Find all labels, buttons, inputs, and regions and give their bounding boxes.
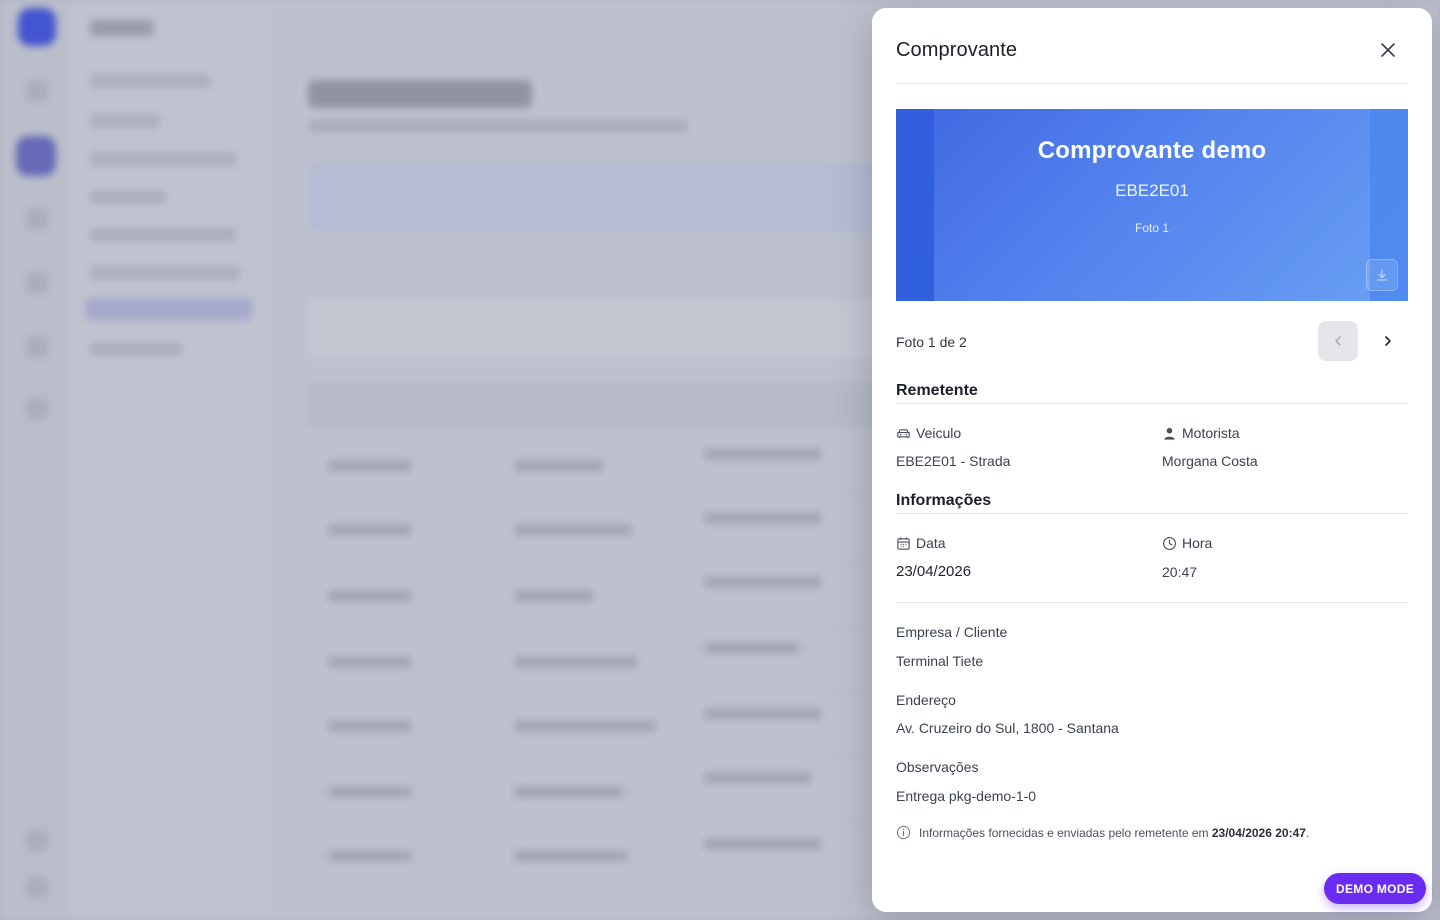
- photo-code: EBE2E01: [1115, 181, 1189, 200]
- close-icon: [1381, 43, 1395, 57]
- calendar-icon: [897, 536, 910, 550]
- time-value: 20:47: [1162, 564, 1198, 580]
- divider: [896, 602, 1408, 603]
- receipt-photo[interactable]: Comprovante demo EBE2E01 Foto 1: [896, 109, 1408, 301]
- clock-icon: [1163, 536, 1176, 550]
- divider: [896, 403, 1408, 404]
- company-label: Empresa / Cliente: [896, 624, 1008, 640]
- next-photo-button[interactable]: [1368, 321, 1408, 361]
- chevron-right-icon: [1385, 336, 1391, 346]
- date-value: 23/04/2026: [896, 563, 972, 580]
- receipt-drawer: Comprovante Comprovante demo EBE2E01 Fot…: [872, 8, 1432, 912]
- address-label: Endereço: [896, 692, 956, 708]
- address-value: Av. Cruzeiro do Sul, 1800 - Santana: [896, 720, 1119, 736]
- company-value: Terminal Tiete: [896, 653, 984, 669]
- previous-photo-button[interactable]: [1318, 321, 1358, 361]
- section-title-info: Informações: [896, 492, 992, 509]
- submission-note: Informações fornecidas e enviadas pelo r…: [896, 825, 1309, 840]
- photo-pager-label: Foto 1 de 2: [896, 334, 967, 350]
- drawer-title: Comprovante: [896, 39, 1018, 61]
- notes-label: Observações: [896, 759, 979, 775]
- car-icon: [897, 428, 910, 438]
- driver-label: Motorista: [1162, 425, 1240, 441]
- divider: [896, 513, 1408, 514]
- close-button[interactable]: [1376, 38, 1400, 62]
- drawer-header: Comprovante: [896, 8, 1408, 84]
- notes-value: Entrega pkg-demo-1-0: [896, 788, 1037, 804]
- chevron-left-icon: [1335, 336, 1341, 346]
- date-label: Data: [896, 535, 946, 551]
- submission-datetime: 23/04/2026 20:47: [1211, 825, 1306, 840]
- vehicle-label: Veiculo: [896, 425, 961, 441]
- info-icon: [896, 825, 911, 840]
- photo-caption: Foto 1: [1134, 221, 1170, 235]
- section-title-sender: Remetente: [896, 382, 978, 399]
- demo-mode-badge[interactable]: DEMO MODE: [1324, 873, 1427, 904]
- time-label: Hora: [1162, 535, 1212, 551]
- photo-title: Comprovante demo: [1037, 137, 1267, 164]
- user-icon: [1164, 427, 1175, 440]
- download-icon: [1376, 269, 1388, 281]
- driver-value: Morgana Costa: [1162, 453, 1258, 469]
- vehicle-value: EBE2E01 - Strada: [896, 453, 1011, 469]
- download-button[interactable]: [1366, 259, 1398, 291]
